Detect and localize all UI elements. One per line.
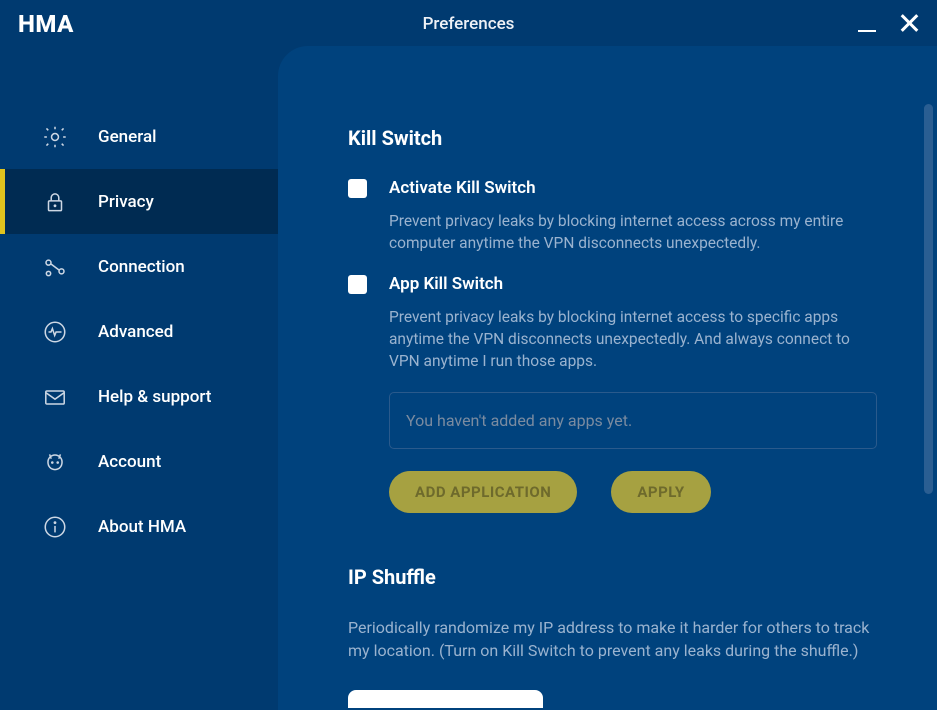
sidebar-item-label: Privacy: [98, 192, 154, 212]
activate-killswitch-checkbox[interactable]: [348, 179, 367, 198]
sidebar-item-advanced[interactable]: Advanced: [0, 299, 278, 364]
lock-icon: [42, 189, 68, 215]
pulse-icon: [42, 319, 68, 345]
gear-icon: [42, 124, 68, 150]
envelope-icon: [42, 384, 68, 410]
sidebar-item-about[interactable]: About HMA: [0, 494, 278, 559]
ipshuffle-desc: Periodically randomize my IP address to …: [348, 617, 877, 662]
sidebar-item-label: Account: [98, 452, 161, 472]
sidebar-item-label: Help & support: [98, 387, 211, 407]
close-button[interactable]: [899, 12, 919, 32]
activate-killswitch-label: Activate Kill Switch: [389, 178, 877, 198]
connection-icon: [42, 254, 68, 280]
sidebar-item-label: Connection: [98, 257, 185, 277]
sidebar-item-help[interactable]: Help & support: [0, 364, 278, 429]
sidebar: General Privacy Connection Advanced Help: [0, 48, 278, 710]
app-killswitch-checkbox[interactable]: [348, 275, 367, 294]
apps-list-empty: You haven't added any apps yet.: [389, 392, 877, 449]
section-title-ipshuffle: IP Shuffle: [348, 565, 877, 589]
sidebar-item-account[interactable]: Account: [0, 429, 278, 494]
section-title-killswitch: Kill Switch: [348, 126, 877, 150]
sidebar-item-label: General: [98, 127, 156, 147]
add-application-button[interactable]: ADD APPLICATION: [389, 471, 577, 513]
info-icon: [42, 514, 68, 540]
sidebar-item-general[interactable]: General: [0, 104, 278, 169]
window-title: Preferences: [423, 14, 515, 34]
ipshuffle-control-partial[interactable]: [348, 690, 543, 708]
sidebar-item-connection[interactable]: Connection: [0, 234, 278, 299]
activate-killswitch-desc: Prevent privacy leaks by blocking intern…: [389, 210, 877, 254]
minimize-button[interactable]: [857, 12, 877, 32]
app-killswitch-desc: Prevent privacy leaks by blocking intern…: [389, 306, 877, 372]
sidebar-item-label: Advanced: [98, 322, 173, 342]
app-logo: HMA: [18, 10, 74, 38]
app-killswitch-label: App Kill Switch: [389, 274, 877, 294]
sidebar-item-privacy[interactable]: Privacy: [0, 169, 278, 234]
donkey-icon: [42, 449, 68, 475]
sidebar-item-label: About HMA: [98, 517, 186, 537]
apply-button[interactable]: APPLY: [611, 471, 710, 513]
preferences-panel: Kill Switch Activate Kill Switch Prevent…: [278, 46, 937, 710]
scrollbar-thumb[interactable]: [924, 104, 933, 494]
